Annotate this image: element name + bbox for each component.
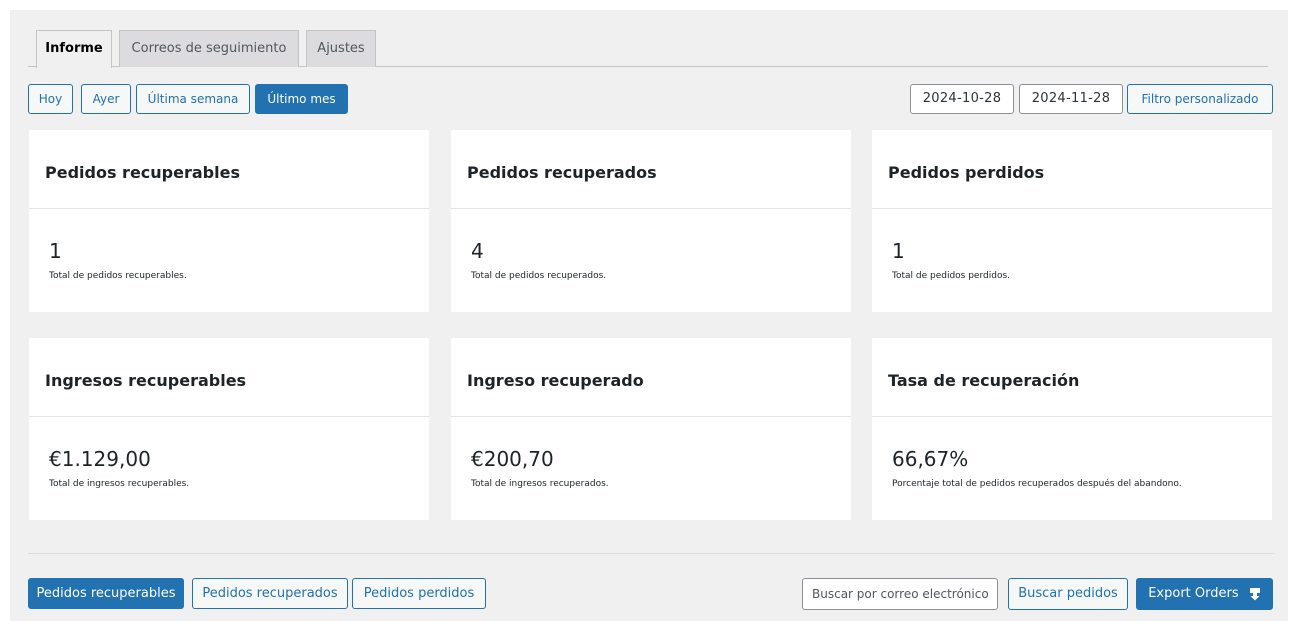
card-description: Porcentaje total de pedidos recuperados … [892, 479, 1182, 489]
card-title: Pedidos recuperables [29, 130, 429, 209]
export-orders-button[interactable]: Export Orders [1136, 578, 1273, 610]
search-orders-button[interactable]: Buscar pedidos [1008, 578, 1128, 610]
card-description: Total de ingresos recuperables. [49, 479, 190, 489]
stat-card-lost-orders: Pedidos perdidos 1 Total de pedidos perd… [872, 130, 1272, 312]
range-today-button[interactable]: Hoy [28, 84, 73, 114]
card-title: Pedidos perdidos [872, 130, 1272, 209]
custom-filter-button[interactable]: Filtro personalizado [1127, 84, 1273, 114]
stat-card-recovery-rate: Tasa de recuperación 66,67% Porcentaje t… [872, 338, 1272, 520]
range-yesterday-button[interactable]: Ayer [81, 84, 131, 114]
email-search-input[interactable]: Buscar por correo electrónico [802, 578, 998, 610]
orders-lost-button[interactable]: Pedidos perdidos [352, 578, 486, 609]
card-value: 66,67% [892, 447, 969, 471]
download-icon [1249, 587, 1260, 600]
start-date-input[interactable]: 2024-10-28 [910, 84, 1014, 114]
card-value: 1 [892, 239, 905, 263]
card-description: Total de pedidos perdidos. [892, 271, 1010, 281]
card-title: Ingresos recuperables [29, 338, 429, 417]
range-last-week-button[interactable]: Última semana [136, 84, 250, 114]
tab-correos-seguimiento[interactable]: Correos de seguimiento [119, 30, 299, 67]
export-orders-label: Export Orders [1148, 586, 1239, 601]
tab-ajustes[interactable]: Ajustes [306, 30, 376, 67]
card-description: Total de pedidos recuperados. [471, 271, 607, 281]
stat-card-recoverable-orders: Pedidos recuperables 1 Total de pedidos … [29, 130, 429, 312]
stat-card-recovered-orders: Pedidos recuperados 4 Total de pedidos r… [451, 130, 851, 312]
stat-card-recoverable-revenue: Ingresos recuperables €1.129,00 Total de… [29, 338, 429, 520]
stat-card-recovered-revenue: Ingreso recuperado €200,70 Total de ingr… [451, 338, 851, 520]
card-description: Total de pedidos recuperables. [49, 271, 187, 281]
tab-informe[interactable]: Informe [36, 30, 112, 68]
card-title: Ingreso recuperado [451, 338, 851, 417]
card-description: Total de ingresos recuperados. [471, 479, 609, 489]
report-page: Informe Correos de seguimiento Ajustes H… [10, 10, 1288, 621]
nav-tabs: Informe Correos de seguimiento Ajustes [28, 30, 1268, 68]
orders-recovered-button[interactable]: Pedidos recuperados [192, 578, 348, 609]
card-title: Pedidos recuperados [451, 130, 851, 209]
card-title: Tasa de recuperación [872, 338, 1272, 417]
card-value: 4 [471, 239, 484, 263]
card-value: €200,70 [471, 447, 554, 471]
card-value: 1 [49, 239, 62, 263]
card-value: €1.129,00 [49, 447, 151, 471]
orders-recoverable-button[interactable]: Pedidos recuperables [28, 578, 184, 609]
section-divider [28, 553, 1274, 554]
range-last-month-button[interactable]: Último mes [255, 84, 348, 114]
end-date-input[interactable]: 2024-11-28 [1019, 84, 1123, 114]
